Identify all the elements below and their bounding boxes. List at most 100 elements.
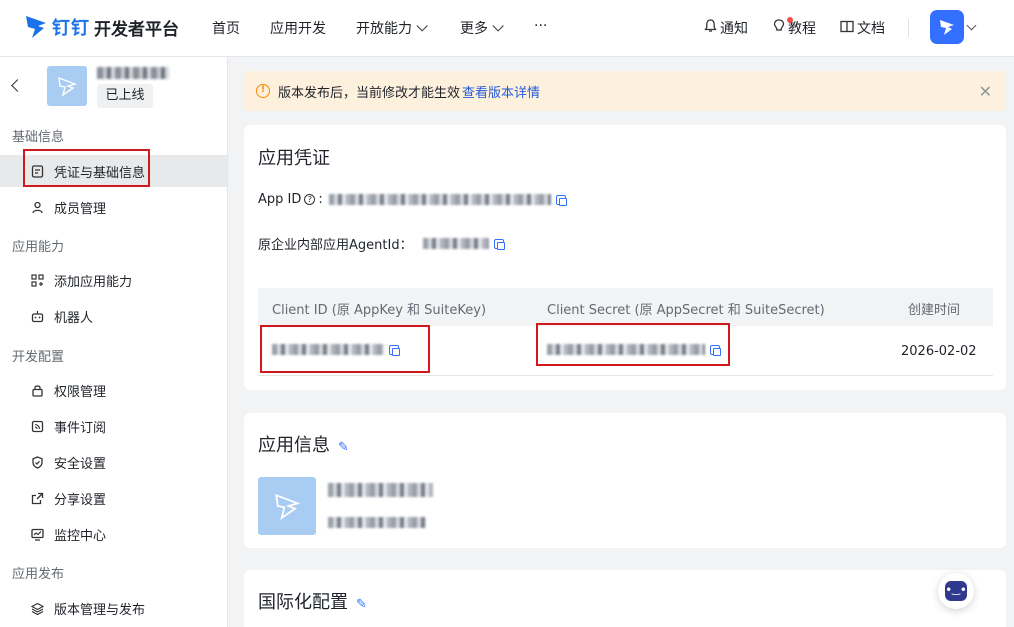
i18n-card: 国际化配置 ✎ xyxy=(244,570,1006,627)
app-desc-redacted xyxy=(328,517,426,528)
nav-open-capability-label: 开放能力 xyxy=(356,21,412,37)
app-id-field: App ID ? : xyxy=(258,192,567,207)
agent-id-field: 原企业内部应用AgentId： xyxy=(258,234,505,253)
nav-app-dev-label: 应用开发 xyxy=(270,21,326,37)
rss-icon xyxy=(30,419,44,433)
close-icon[interactable]: ✕ xyxy=(979,82,992,101)
app-name-redacted xyxy=(97,67,169,79)
user-icon xyxy=(30,200,44,214)
i18n-title-text: 国际化配置 xyxy=(258,592,348,613)
sidebar-item-label: 版本管理与发布 xyxy=(54,602,146,618)
dingtalk-logo-icon xyxy=(26,16,46,38)
status-badge: 已上线 xyxy=(97,84,153,108)
highlight-box xyxy=(536,323,730,366)
copy-icon[interactable] xyxy=(555,194,567,206)
edit-icon[interactable]: ✎ xyxy=(338,440,349,455)
column-header-client-secret: Client Secret (原 AppSecret 和 SuiteSecret… xyxy=(547,303,825,318)
notify-label: 通知 xyxy=(720,21,748,37)
sidebar-item-label: 添加应用能力 xyxy=(54,274,133,290)
sidebar-item-permissions[interactable]: 权限管理 xyxy=(0,374,227,406)
sidebar-item-label: 成员管理 xyxy=(54,201,107,217)
logo-text: 钉钉 xyxy=(52,18,90,39)
chevron-down-icon xyxy=(416,20,428,32)
book-icon xyxy=(840,20,854,37)
i18n-title: 国际化配置 ✎ xyxy=(258,588,367,614)
lightbulb-icon xyxy=(773,17,793,37)
app-name-redacted xyxy=(328,483,433,497)
sidebar-item-security[interactable]: 安全设置 xyxy=(0,446,227,478)
group-title-dev-config: 开发配置 xyxy=(12,350,65,365)
grid-add-icon xyxy=(30,273,44,287)
group-title-basic: 基础信息 xyxy=(12,130,65,145)
notification-dot xyxy=(787,17,793,23)
sidebar-item-events[interactable]: 事件订阅 xyxy=(0,410,227,442)
sidebar-item-label: 监控中心 xyxy=(54,528,107,544)
highlight-box xyxy=(23,149,150,187)
created-time-cell: 2026-02-02 xyxy=(901,344,977,359)
column-header-client-id: Client ID (原 AppKey 和 SuiteKey) xyxy=(272,303,487,318)
colon: : xyxy=(318,192,323,207)
sidebar-item-label: 分享设置 xyxy=(54,492,107,508)
nav-divider xyxy=(908,19,909,37)
sidebar-item-robot[interactable]: 机器人 xyxy=(0,300,227,332)
docs-label: 文档 xyxy=(857,21,885,37)
nav-ellipsis[interactable]: ··· xyxy=(534,18,547,34)
nav-home-label: 首页 xyxy=(212,21,240,37)
group-title-capability: 应用能力 xyxy=(12,240,65,255)
docs-button[interactable]: 文档 xyxy=(840,18,885,38)
share-icon xyxy=(30,491,44,505)
sidebar-item-add-capability[interactable]: 添加应用能力 xyxy=(0,264,227,296)
nav-home[interactable]: 首页 xyxy=(212,18,240,38)
monitor-icon xyxy=(30,527,44,541)
top-navbar: 钉钉 开发者平台 首页 应用开发 开放能力 更多 ··· 通知 教程 文档 xyxy=(0,0,1014,57)
group-title-publish: 应用发布 xyxy=(12,567,65,582)
user-avatar[interactable] xyxy=(930,10,964,44)
sidebar-item-label: 安全设置 xyxy=(54,456,107,472)
app-logo-icon xyxy=(58,76,78,97)
chevron-down-icon xyxy=(492,20,504,32)
nav-more[interactable]: 更多 xyxy=(460,18,504,38)
notice-banner: ! 版本发布后，当前修改才能生效 查看版本详情 ✕ xyxy=(244,71,1006,111)
dingtalk-app-icon xyxy=(940,20,954,35)
sidebar: 已上线 基础信息 凭证与基础信息 成员管理 应用能力 添加应用能力 机器人 开发… xyxy=(0,57,228,627)
dingtalk-logo[interactable]: 钉钉 开发者平台 xyxy=(24,12,179,42)
app-id-label: App ID xyxy=(258,192,302,207)
column-header-created: 创建时间 xyxy=(908,303,961,318)
app-logo-icon xyxy=(275,494,301,521)
sidebar-item-members[interactable]: 成员管理 xyxy=(0,191,227,223)
nav-open-capability[interactable]: 开放能力 xyxy=(356,18,428,38)
notice-text: 版本发布后，当前修改才能生效 xyxy=(278,85,461,101)
sidebar-item-monitor[interactable]: 监控中心 xyxy=(0,518,227,550)
sidebar-item-share[interactable]: 分享设置 xyxy=(0,482,227,514)
app-id-value-redacted xyxy=(328,194,551,205)
sidebar-item-label: 权限管理 xyxy=(54,384,107,400)
sidebar-item-versions[interactable]: 版本管理与发布 xyxy=(0,592,227,624)
agent-id-value-redacted xyxy=(422,238,489,249)
app-info-avatar xyxy=(258,477,316,535)
edit-icon[interactable]: ✎ xyxy=(356,597,367,612)
credentials-table-header: Client ID (原 AppKey 和 SuiteKey) Client S… xyxy=(258,288,993,326)
sidebar-item-label: 事件订阅 xyxy=(54,420,107,436)
app-info-card: 应用信息 ✎ xyxy=(244,413,1006,548)
highlight-box xyxy=(260,325,430,373)
shield-icon xyxy=(30,455,44,469)
assistant-icon: •‿• xyxy=(945,581,967,601)
nav-app-dev[interactable]: 应用开发 xyxy=(270,18,326,38)
view-version-link[interactable]: 查看版本详情 xyxy=(462,82,540,101)
agent-id-label: 原企业内部应用AgentId： xyxy=(258,238,413,253)
notify-button[interactable]: 通知 xyxy=(704,18,748,38)
help-icon[interactable]: ? xyxy=(304,194,316,205)
back-arrow-icon[interactable] xyxy=(11,79,24,92)
layers-icon xyxy=(30,601,44,615)
nav-more-label: 更多 xyxy=(460,21,488,37)
copy-icon[interactable] xyxy=(493,238,505,250)
logo-subtitle: 开发者平台 xyxy=(94,19,179,40)
tutorial-button[interactable]: 教程 xyxy=(773,17,816,38)
app-info-title-text: 应用信息 xyxy=(258,435,330,456)
chevron-down-icon[interactable] xyxy=(966,20,977,31)
warning-icon: ! xyxy=(256,84,270,98)
bell-icon xyxy=(704,19,717,37)
main-content: ! 版本发布后，当前修改才能生效 查看版本详情 ✕ 应用凭证 App ID ? … xyxy=(229,57,1014,627)
app-avatar xyxy=(47,66,87,106)
assistant-float-button[interactable]: •‿• xyxy=(938,573,974,609)
